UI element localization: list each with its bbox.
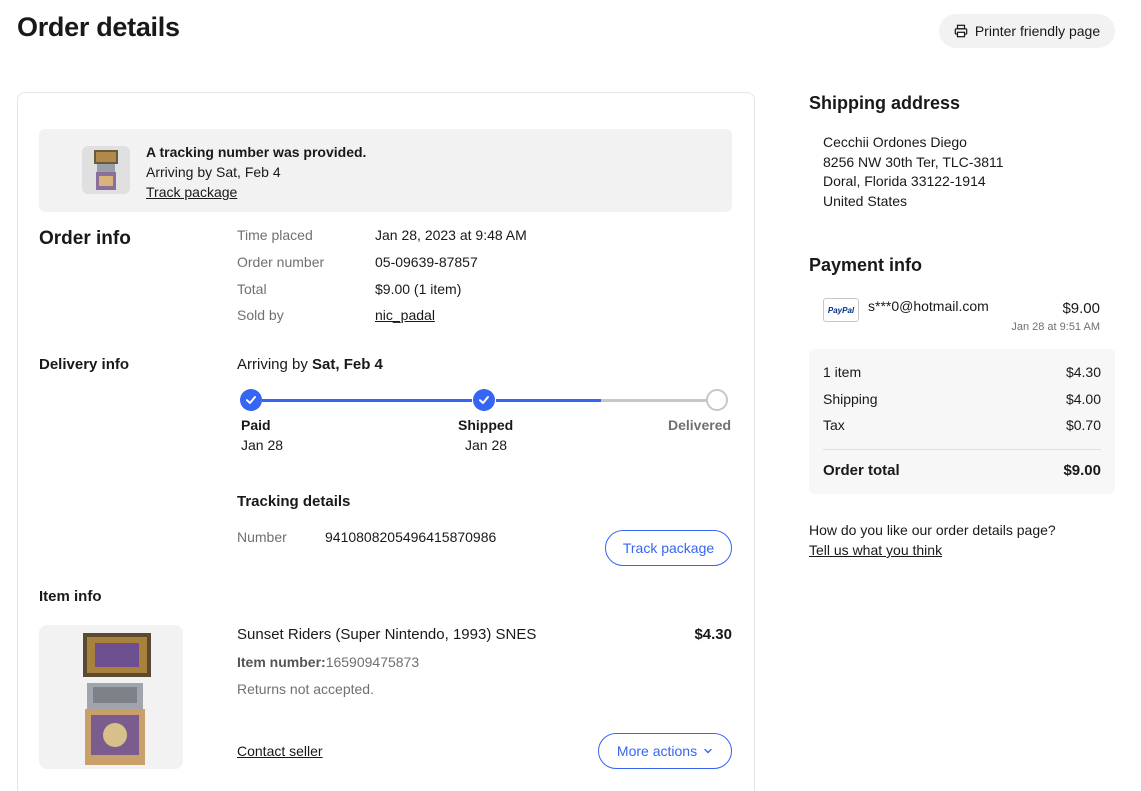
summary-items-label: 1 item: [823, 364, 862, 380]
paypal-logo-icon: PayPal: [823, 298, 859, 322]
feedback-question: How do you like our order details page?: [809, 522, 1056, 538]
summary-tax-label: Tax: [823, 417, 845, 433]
payment-info-title: Payment info: [809, 255, 923, 275]
shipping-address: Cecchii Ordones Diego 8256 NW 30th Ter, …: [823, 133, 1004, 211]
summary-row-total: Order total $9.00: [823, 462, 1101, 479]
tracking-number-value: 9410808205496415870986: [325, 529, 497, 545]
delivery-info-title: Delivery info: [39, 356, 130, 373]
page-title: Order details: [17, 12, 180, 42]
payment-date: Jan 28 at 9:51 AM: [1011, 321, 1100, 333]
summary-items-value: $4.30: [1065, 364, 1101, 380]
order-number-label: Order number: [237, 254, 325, 270]
summary-row-shipping: Shipping $4.00: [823, 391, 1101, 407]
tracking-number-label: Number: [237, 529, 287, 545]
banner-headline: A tracking number was provided.: [146, 144, 367, 160]
item-number: Item number:165909475873: [237, 654, 419, 670]
printer-icon: [954, 24, 968, 38]
banner-track-link[interactable]: Track package: [146, 184, 237, 200]
item-title[interactable]: Sunset Riders (Super Nintendo, 1993) SNE…: [237, 626, 536, 643]
track-package-button[interactable]: Track package: [605, 530, 732, 566]
summary-shipping-value: $4.00: [1065, 391, 1101, 407]
item-price: $4.30: [694, 626, 732, 643]
arriving-prefix: Arriving by: [237, 356, 313, 373]
item-thumbnail[interactable]: [82, 146, 130, 194]
summary-shipping-label: Shipping: [823, 391, 878, 407]
banner-arriving: Arriving by Sat, Feb 4: [146, 164, 281, 180]
summary-row-items: 1 item $4.30: [823, 364, 1101, 380]
time-placed-value: Jan 28, 2023 at 9:48 AM: [375, 227, 527, 243]
tracking-details-title: Tracking details: [237, 493, 351, 510]
sold-by-label: Sold by: [237, 307, 284, 323]
printer-friendly-button[interactable]: Printer friendly page: [939, 14, 1115, 48]
step-paid-date: Jan 28: [241, 437, 284, 453]
order-number-value: 05-09639-87857: [375, 254, 478, 270]
payment-email: s***0@hotmail.com: [868, 298, 989, 314]
progress-line-shipped-delivered-fill: [496, 399, 601, 402]
contact-seller-link[interactable]: Contact seller: [237, 743, 323, 759]
order-info-title: Order info: [39, 228, 131, 249]
address-line-country: United States: [823, 192, 908, 209]
step-delivered-circle-icon: [706, 389, 728, 411]
payment-amount: $9.00: [1062, 300, 1100, 317]
feedback-link[interactable]: Tell us what you think: [809, 542, 942, 558]
step-delivered-label: Delivered: [668, 417, 732, 433]
step-shipped-check-icon: [473, 389, 495, 411]
step-shipped-label: Shipped: [458, 417, 514, 433]
address-line-street: 8256 NW 30th Ter, TLC-3811: [823, 153, 1004, 170]
delivery-arriving: Arriving by Sat, Feb 4: [237, 356, 383, 373]
item-number-label: Item number:: [237, 654, 326, 670]
seller-link[interactable]: nic_padal: [375, 307, 435, 323]
item-number-value: 165909475873: [325, 654, 420, 670]
shipping-address-title: Shipping address: [809, 93, 961, 113]
chevron-down-icon: [704, 748, 712, 754]
order-summary: 1 item $4.30 Shipping $4.00 Tax $0.70 Or…: [809, 349, 1115, 494]
address-line-city: Doral, Florida 33122-1914: [823, 173, 986, 189]
item-info-title: Item info: [39, 588, 102, 605]
more-actions-button[interactable]: More actions: [598, 733, 732, 769]
total-label: Total: [237, 281, 267, 297]
address-line-name: Cecchii Ordones Diego: [823, 134, 967, 150]
step-shipped-date: Jan 28: [465, 437, 508, 453]
progress-line-paid-shipped: [262, 399, 472, 402]
printer-friendly-label: Printer friendly page: [974, 23, 1101, 39]
more-actions-label: More actions: [616, 743, 698, 759]
order-total-value: $9.00: [1063, 462, 1101, 479]
item-returns: Returns not accepted.: [237, 681, 374, 697]
summary-row-tax: Tax $0.70: [823, 417, 1101, 433]
step-paid-check-icon: [240, 389, 262, 411]
item-image[interactable]: [39, 625, 183, 769]
summary-tax-value: $0.70: [1065, 417, 1101, 433]
arriving-date: Sat, Feb 4: [312, 356, 383, 373]
total-value: $9.00 (1 item): [375, 281, 462, 297]
summary-divider: [823, 449, 1101, 450]
time-placed-label: Time placed: [237, 227, 313, 243]
order-total-label: Order total: [823, 462, 900, 479]
tracking-banner: A tracking number was provided. Arriving…: [39, 129, 732, 212]
track-package-label: Track package: [622, 540, 715, 556]
step-paid-label: Paid: [241, 417, 271, 433]
paypal-logo-text: PayPal: [827, 305, 855, 315]
